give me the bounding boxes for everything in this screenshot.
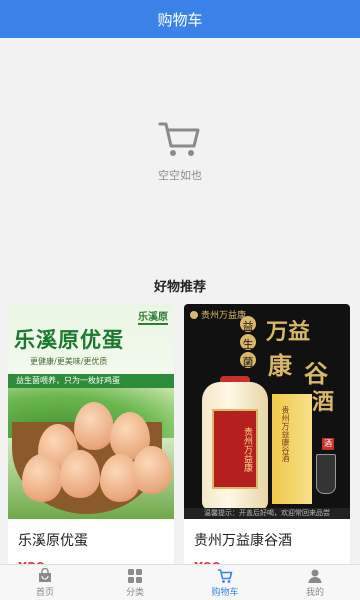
product-card-eggs[interactable]: 乐溪原 乐溪原优蛋 更健康/更美味/更优质 益生菌喂养，只为一枚好鸡蛋 乐溪原优…	[8, 304, 174, 574]
bottle-label: 贵州万益康	[212, 409, 258, 489]
product-name[interactable]: 乐溪原优蛋	[18, 530, 88, 550]
glass-graphic	[316, 454, 336, 494]
egg-image-strip: 益生菌喂养，只为一枚好鸡蛋	[8, 374, 174, 388]
empty-cart-message: 空空如也	[158, 169, 202, 182]
egg-graphic	[22, 454, 62, 502]
page-title: 购物车	[157, 10, 203, 29]
brand-dot-icon	[190, 311, 198, 319]
recommend-title: 好物推荐	[153, 280, 206, 295]
tab-category[interactable]: 分类	[90, 565, 180, 600]
empty-cart-icon	[158, 122, 200, 156]
bag-icon	[39, 567, 51, 582]
bottom-tabbar: 首页 分类 购物车 我的	[0, 564, 360, 600]
egg-graphic	[132, 446, 172, 494]
product-card-liquor[interactable]: 贵州万益康 益生菌 万益 康 谷 酒 贵州万益康 贵州万益康谷酒 酒 温馨提示：…	[184, 304, 350, 574]
gift-box-text: 贵州万益康谷酒	[281, 406, 290, 462]
liquor-brand-logo: 贵州万益康	[190, 308, 246, 321]
liquor-big-text-4: 酒	[312, 390, 335, 415]
page-header: 购物车	[0, 0, 360, 38]
egg-graphic	[74, 402, 114, 450]
tab-mine[interactable]: 我的	[270, 565, 360, 600]
tab-label: 我的	[305, 587, 324, 598]
tab-label: 分类	[125, 587, 144, 598]
product-name[interactable]: 贵州万益康谷酒	[194, 530, 292, 550]
tab-label: 首页	[35, 587, 54, 598]
egg-graphic	[60, 450, 100, 498]
user-icon	[308, 569, 322, 583]
tab-cart[interactable]: 购物车	[180, 565, 270, 600]
tab-home[interactable]: 首页	[0, 565, 90, 600]
liquor-tag: 益生菌	[242, 320, 254, 369]
egg-image-strip-text: 益生菌喂养，只为一枚好鸡蛋	[16, 376, 120, 385]
cart-icon	[218, 568, 233, 583]
egg-brand-logo: 乐溪原	[138, 308, 168, 325]
tab-label: 购物车	[211, 587, 239, 598]
product-image-eggs: 乐溪原 乐溪原优蛋 更健康/更美味/更优质 益生菌喂养，只为一枚好鸡蛋	[8, 304, 174, 519]
grid-icon	[128, 568, 142, 583]
liquor-big-text-2: 康	[268, 352, 292, 380]
gift-box-graphic: 贵州万益康谷酒	[272, 394, 312, 504]
liquor-big-text-1: 万益	[266, 320, 311, 345]
liquor-footer-text: 温馨提示：开盖后好喝，欢迎常回来品尝	[184, 508, 350, 519]
product-image-liquor: 贵州万益康 益生菌 万益 康 谷 酒 贵州万益康 贵州万益康谷酒 酒 温馨提示：…	[184, 304, 350, 519]
egg-image-subtitle: 更健康/更美味/更优质	[30, 357, 108, 366]
egg-image-title: 乐溪原优蛋	[14, 328, 124, 352]
liquor-seal: 酒	[322, 438, 334, 450]
